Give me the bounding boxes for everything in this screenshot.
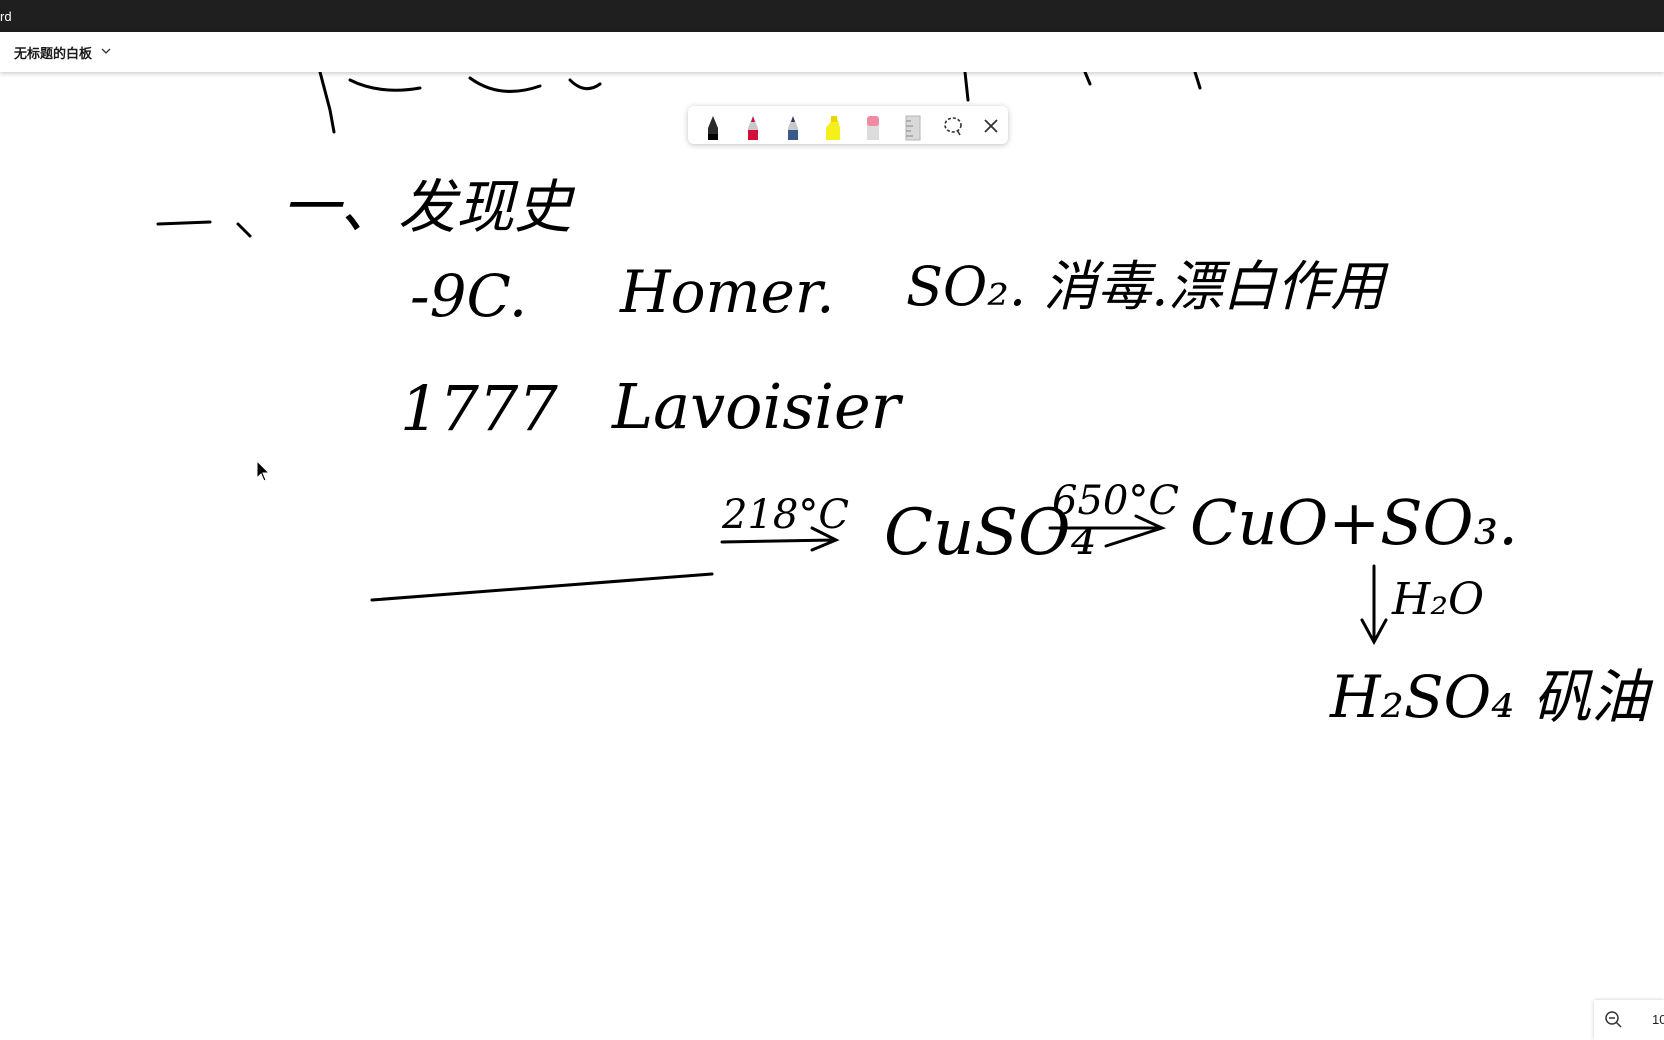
board-title: 无标题的白板 [14, 46, 93, 61]
lasso-button[interactable] [938, 110, 968, 142]
product-formula: CuO+SO₃. [1190, 486, 1519, 559]
galaxy-pen-icon [788, 116, 798, 140]
line1-note: SO₂. 消毒.漂白作用 [906, 255, 1385, 318]
condition-218: 218°C [722, 492, 849, 538]
black-pen-icon [708, 116, 718, 140]
close-icon [984, 119, 998, 133]
close-toolbar-button[interactable] [976, 110, 1006, 142]
zoom-control: 10 [1594, 1000, 1664, 1040]
heading-text: 一、发现史 [282, 173, 573, 241]
lasso-icon [944, 117, 962, 136]
board-title-menu[interactable]: 无标题的白板 [14, 43, 112, 62]
red-pen-button[interactable] [738, 110, 768, 142]
chevron-down-icon [100, 45, 112, 60]
water-label: H₂O [1392, 574, 1485, 625]
top-bar: 无标题的白板 [0, 32, 1664, 72]
line2-name: Lavoisier [612, 370, 901, 443]
highlighter-icon [826, 116, 840, 140]
line2-year: 1777 [400, 372, 558, 445]
galaxy-pen-button[interactable] [778, 110, 808, 142]
red-pen-icon [748, 116, 758, 140]
zoom-level: 10 [1652, 1012, 1664, 1027]
black-pen-button[interactable] [698, 110, 728, 142]
mouse-pointer-icon [256, 459, 272, 482]
ruler-icon [905, 115, 921, 141]
eraser-button[interactable] [858, 110, 888, 142]
line1-name: Homer. [620, 258, 835, 326]
eraser-icon [867, 116, 879, 140]
ruler-button[interactable] [898, 110, 928, 142]
highlighter-button[interactable] [818, 110, 848, 142]
final-product: H₂SO₄ 矾油 [1330, 663, 1649, 731]
zoom-out-button[interactable] [1604, 1010, 1624, 1030]
line1-year: -9C. [410, 262, 528, 330]
zoom-out-icon [1605, 1011, 1622, 1028]
inking-toolbar [688, 106, 1008, 144]
condition-650: 650°C [1052, 478, 1179, 524]
